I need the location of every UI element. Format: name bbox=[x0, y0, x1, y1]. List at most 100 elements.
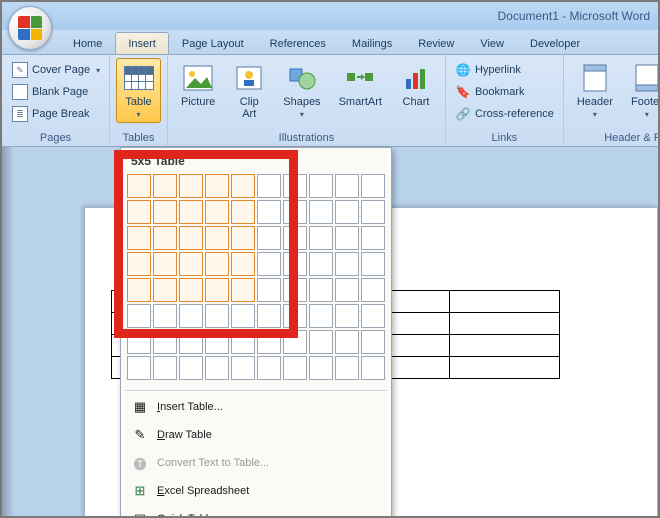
table-grid-cell[interactable] bbox=[205, 278, 229, 302]
table-grid-cell[interactable] bbox=[257, 252, 281, 276]
smartart-button[interactable]: SmartArt bbox=[332, 58, 389, 112]
table-grid-cell[interactable] bbox=[283, 252, 307, 276]
table-grid-cell[interactable] bbox=[257, 174, 281, 198]
table-grid-cell[interactable] bbox=[283, 226, 307, 250]
chart-button[interactable]: Chart bbox=[393, 58, 439, 112]
table-grid-cell[interactable] bbox=[283, 200, 307, 224]
table-grid-cell[interactable] bbox=[153, 304, 177, 328]
page-break-button[interactable]: ≣ Page Break bbox=[8, 104, 104, 124]
table-grid-cell[interactable] bbox=[231, 200, 255, 224]
table-cell[interactable] bbox=[450, 335, 560, 357]
table-cell[interactable] bbox=[450, 357, 560, 379]
table-grid-cell[interactable] bbox=[309, 200, 333, 224]
office-button[interactable] bbox=[8, 6, 52, 50]
table-grid-cell[interactable] bbox=[205, 304, 229, 328]
table-grid-cell[interactable] bbox=[335, 252, 359, 276]
tab-home[interactable]: Home bbox=[60, 32, 115, 54]
blank-page-button[interactable]: Blank Page bbox=[8, 82, 104, 102]
table-grid-cell[interactable] bbox=[361, 330, 385, 354]
table-grid-cell[interactable] bbox=[231, 356, 255, 380]
table-grid-cell[interactable] bbox=[309, 174, 333, 198]
table-grid-cell[interactable] bbox=[257, 278, 281, 302]
table-grid-cell[interactable] bbox=[205, 252, 229, 276]
table-grid-cell[interactable] bbox=[283, 304, 307, 328]
table-grid-cell[interactable] bbox=[309, 278, 333, 302]
table-grid-cell[interactable] bbox=[127, 278, 151, 302]
table-grid-cell[interactable] bbox=[153, 174, 177, 198]
table-grid-cell[interactable] bbox=[205, 200, 229, 224]
table-grid-cell[interactable] bbox=[153, 226, 177, 250]
table-grid-cell[interactable] bbox=[153, 330, 177, 354]
table-grid-cell[interactable] bbox=[361, 200, 385, 224]
table-grid-cell[interactable] bbox=[257, 200, 281, 224]
table-grid-cell[interactable] bbox=[127, 174, 151, 198]
table-grid-cell[interactable] bbox=[335, 200, 359, 224]
table-grid-cell[interactable] bbox=[309, 226, 333, 250]
insert-table-menu-item[interactable]: ▦ Insert Table... bbox=[121, 393, 391, 421]
cover-page-button[interactable]: ✎ Cover Page ▾ bbox=[8, 60, 104, 80]
table-grid-cell[interactable] bbox=[127, 330, 151, 354]
table-grid-cell[interactable] bbox=[231, 330, 255, 354]
clip-art-button[interactable]: ClipArt bbox=[226, 58, 272, 124]
table-grid-cell[interactable] bbox=[127, 226, 151, 250]
table-grid-cell[interactable] bbox=[205, 330, 229, 354]
table-grid-cell[interactable] bbox=[179, 356, 203, 380]
table-grid-cell[interactable] bbox=[179, 304, 203, 328]
table-grid-cell[interactable] bbox=[153, 252, 177, 276]
hyperlink-button[interactable]: 🌐 Hyperlink bbox=[452, 60, 557, 80]
table-grid-cell[interactable] bbox=[309, 356, 333, 380]
table-grid-cell[interactable] bbox=[257, 356, 281, 380]
table-grid-cell[interactable] bbox=[309, 330, 333, 354]
table-grid-cell[interactable] bbox=[335, 174, 359, 198]
table-grid-cell[interactable] bbox=[127, 356, 151, 380]
table-grid-cell[interactable] bbox=[231, 278, 255, 302]
tab-mailings[interactable]: Mailings bbox=[339, 32, 405, 54]
table-grid-cell[interactable] bbox=[283, 330, 307, 354]
table-grid-cell[interactable] bbox=[231, 174, 255, 198]
table-grid-cell[interactable] bbox=[361, 304, 385, 328]
table-grid-cell[interactable] bbox=[361, 278, 385, 302]
table-grid-cell[interactable] bbox=[179, 174, 203, 198]
excel-spreadsheet-menu-item[interactable]: ⊞ Excel Spreadsheet bbox=[121, 477, 391, 505]
table-grid-cell[interactable] bbox=[283, 174, 307, 198]
tab-view[interactable]: View bbox=[467, 32, 517, 54]
table-grid-cell[interactable] bbox=[127, 304, 151, 328]
table-grid-cell[interactable] bbox=[283, 356, 307, 380]
table-grid-cell[interactable] bbox=[205, 356, 229, 380]
table-grid-cell[interactable] bbox=[257, 304, 281, 328]
cross-reference-button[interactable]: 🔗 Cross-reference bbox=[452, 104, 557, 124]
table-grid-cell[interactable] bbox=[257, 226, 281, 250]
table-grid-cell[interactable] bbox=[309, 252, 333, 276]
table-cell[interactable] bbox=[450, 313, 560, 335]
table-grid-cell[interactable] bbox=[179, 200, 203, 224]
table-grid-cell[interactable] bbox=[153, 356, 177, 380]
table-grid-cell[interactable] bbox=[361, 174, 385, 198]
table-grid-cell[interactable] bbox=[335, 278, 359, 302]
table-grid-cell[interactable] bbox=[231, 252, 255, 276]
table-grid-cell[interactable] bbox=[361, 226, 385, 250]
table-grid-cell[interactable] bbox=[153, 278, 177, 302]
shapes-button[interactable]: Shapes ▾ bbox=[276, 58, 327, 123]
table-grid-cell[interactable] bbox=[179, 330, 203, 354]
table-button[interactable]: Table ▾ bbox=[116, 58, 161, 123]
table-grid-cell[interactable] bbox=[335, 330, 359, 354]
table-grid-cell[interactable] bbox=[309, 304, 333, 328]
table-grid-cell[interactable] bbox=[153, 200, 177, 224]
tab-developer[interactable]: Developer bbox=[517, 32, 593, 54]
table-grid-cell[interactable] bbox=[231, 304, 255, 328]
table-grid-cell[interactable] bbox=[179, 278, 203, 302]
tab-page-layout[interactable]: Page Layout bbox=[169, 32, 257, 54]
table-grid-cell[interactable] bbox=[361, 356, 385, 380]
quick-tables-menu-item[interactable]: ▤ Quick Tables ▸ bbox=[121, 505, 391, 518]
table-grid-cell[interactable] bbox=[205, 174, 229, 198]
table-grid-cell[interactable] bbox=[335, 226, 359, 250]
table-grid-cell[interactable] bbox=[205, 226, 229, 250]
bookmark-button[interactable]: 🔖 Bookmark bbox=[452, 82, 557, 102]
tab-review[interactable]: Review bbox=[405, 32, 467, 54]
table-grid-cell[interactable] bbox=[127, 252, 151, 276]
table-grid-cell[interactable] bbox=[257, 330, 281, 354]
table-grid-cell[interactable] bbox=[361, 252, 385, 276]
table-grid-cell[interactable] bbox=[335, 304, 359, 328]
table-size-grid[interactable] bbox=[121, 172, 391, 388]
table-grid-cell[interactable] bbox=[179, 252, 203, 276]
